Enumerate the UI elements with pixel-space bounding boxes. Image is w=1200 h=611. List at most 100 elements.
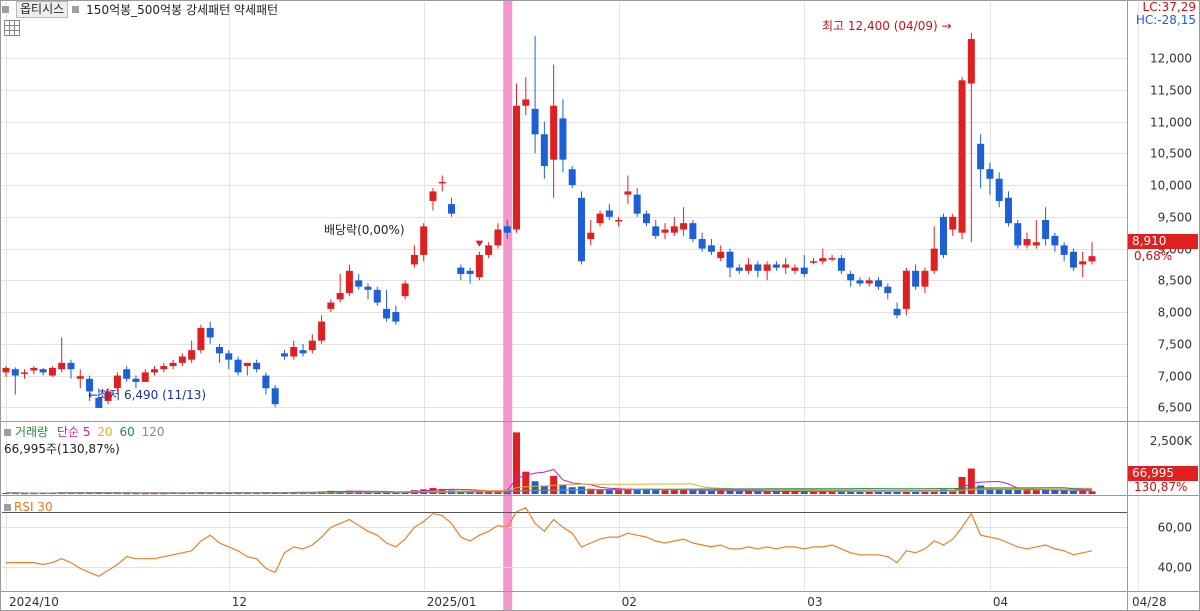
candle-body: [485, 245, 493, 255]
candle-body: [689, 223, 697, 240]
candle-body: [707, 245, 715, 252]
candle-body: [373, 289, 381, 303]
rsi-legend-name: RSI 30: [14, 500, 53, 514]
candle-body: [550, 105, 558, 160]
candle: [1069, 248, 1077, 271]
chart-canvas: 12,00011,50011,00010,50010,0009,5009,000…: [0, 0, 1200, 611]
candle-body: [58, 362, 66, 370]
candle-body: [1014, 223, 1022, 246]
candle-body: [884, 286, 892, 294]
candle-body: [448, 204, 456, 214]
indicator-square-icon: [4, 504, 11, 511]
candle-body: [967, 39, 975, 84]
candle-body: [132, 378, 140, 382]
candle: [958, 77, 966, 240]
volume-bar: [772, 491, 780, 494]
candle-body: [800, 267, 808, 274]
candle-body: [2, 367, 10, 373]
volume-bar: [652, 489, 660, 494]
volume-bar: [847, 491, 855, 494]
candle-body: [902, 270, 910, 309]
candle-body: [1051, 235, 1059, 246]
volume-bar: [1042, 489, 1050, 494]
candle-body: [596, 213, 604, 224]
price-tick-label: 8,500: [1158, 274, 1192, 288]
x-tick-label: 04: [993, 595, 1008, 609]
volume-legend-value: 66,995주(130,87%): [4, 442, 120, 456]
price-tick-label: 12,000: [1150, 52, 1192, 66]
price-tick-label: 7,500: [1158, 338, 1192, 352]
candle: [513, 83, 521, 233]
candle-body: [754, 264, 762, 271]
candle-body: [605, 210, 613, 217]
app-button[interactable]: 옵티시스: [16, 0, 69, 18]
volume-legend-name: 거래량: [15, 425, 49, 439]
current-price-box: 8,910: [1128, 234, 1198, 249]
volume-bar: [568, 487, 576, 494]
candle-body: [522, 99, 530, 106]
grid-table-icon[interactable]: [4, 20, 20, 36]
candle-body: [262, 375, 270, 389]
candle-body: [410, 254, 418, 265]
candle-body: [1088, 256, 1096, 262]
lc-value: LC:37,29: [1142, 0, 1196, 14]
candle-body: [921, 270, 929, 287]
volume-bar: [513, 432, 521, 494]
candle-body: [615, 220, 623, 222]
candle-body: [772, 264, 780, 268]
candle-body: [355, 280, 363, 287]
candle-body: [21, 372, 29, 374]
volume-bar: [1069, 491, 1077, 494]
candle-body: [1079, 261, 1087, 265]
volume-bar: [670, 490, 678, 494]
candle-body: [364, 286, 372, 290]
volume-bar: [1088, 491, 1096, 494]
dividend-annotation: 배당락(0,00%): [324, 223, 405, 237]
candle-body: [995, 178, 1003, 201]
highlight-band: [503, 0, 513, 610]
candle-body: [912, 270, 920, 287]
candle-body: [745, 264, 753, 271]
candle-body: [76, 376, 84, 379]
candle-body: [243, 362, 251, 367]
candle-body: [819, 258, 827, 262]
candle-body: [308, 340, 316, 351]
candle-body: [1023, 239, 1031, 246]
x-tick-label: 04/28: [1132, 595, 1167, 609]
high-annotation-label: 최고 12,400 (04/09): [822, 19, 938, 33]
candle-body: [531, 108, 539, 135]
candle-body: [30, 367, 38, 371]
candle-body: [169, 362, 177, 367]
candle: [1014, 220, 1022, 249]
candle-body: [977, 143, 985, 170]
candle-body: [67, 362, 75, 370]
volume-bar: [698, 490, 706, 494]
high-annotation: 최고 12,400 (04/09) →: [822, 17, 952, 34]
candle-body: [197, 327, 205, 351]
candle-body: [215, 346, 223, 354]
ma20-label: 20: [97, 425, 113, 439]
candle-body: [652, 226, 660, 236]
low-annotation-label: 최저 6,490 (11/13): [98, 388, 207, 402]
x-tick-label: 2024/10: [9, 595, 59, 609]
rsi-legend: RSI 30: [4, 500, 53, 514]
candle-body: [383, 308, 391, 319]
volume-bar: [661, 490, 669, 494]
candle-body: [986, 169, 994, 179]
candle-body: [893, 308, 901, 316]
candle-body: [290, 346, 298, 357]
current-volume-pct: 130,87%: [1134, 480, 1188, 494]
volume-bar: [1032, 490, 1040, 494]
chart-title: 150억봉_500억봉 강세패턴 약세패턴: [86, 2, 279, 17]
x-tick-label: 02: [622, 595, 637, 609]
volume-bar: [958, 477, 966, 494]
candle-body: [39, 369, 47, 373]
candle-body: [401, 283, 409, 297]
volume-bar: [707, 490, 715, 494]
candle-body: [503, 226, 511, 233]
candle-body: [568, 169, 576, 186]
candle-body: [1032, 242, 1040, 246]
volume-bar: [735, 491, 743, 494]
candle-body: [271, 388, 279, 405]
price-tick-label: 10,000: [1150, 179, 1192, 193]
